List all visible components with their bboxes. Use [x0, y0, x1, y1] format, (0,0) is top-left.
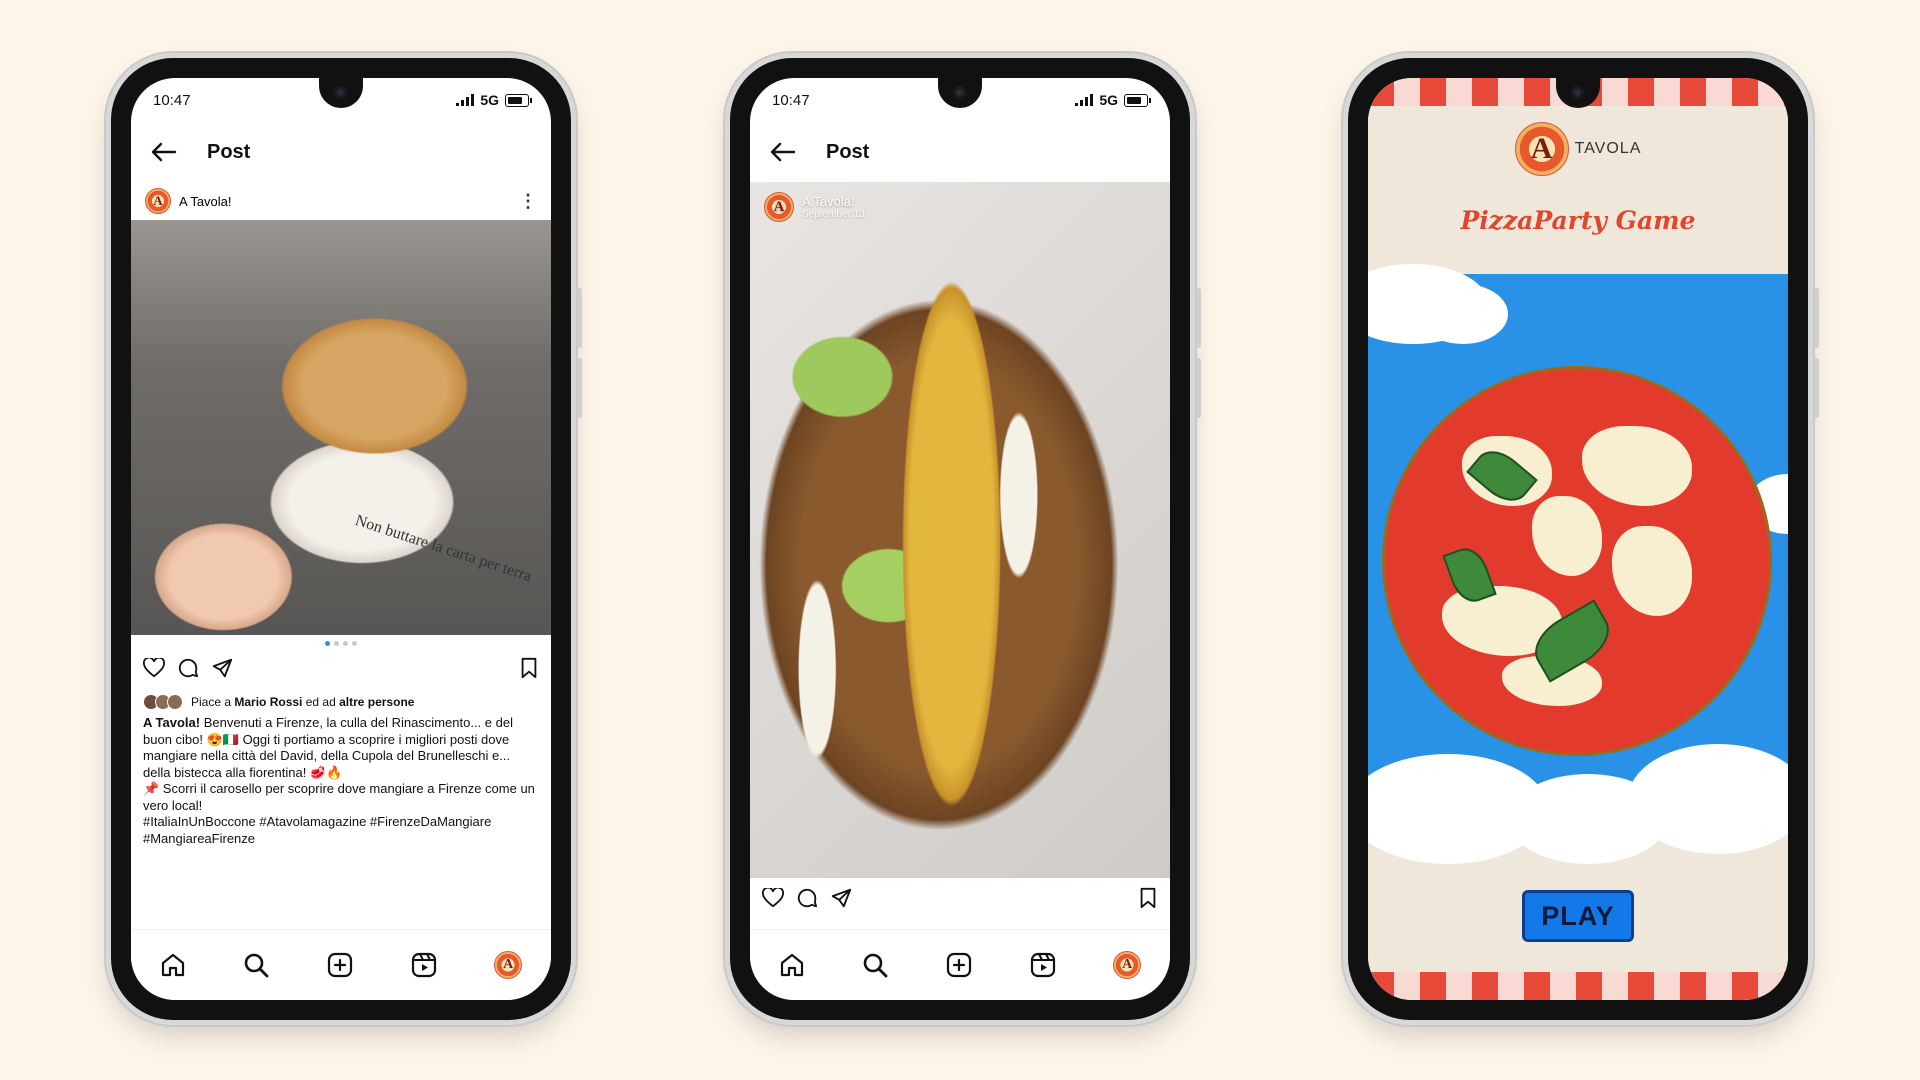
reels-icon[interactable]	[1030, 952, 1056, 978]
post-header: Post	[750, 122, 1170, 182]
add-post-icon[interactable]	[946, 952, 972, 978]
liker-avatars	[143, 694, 183, 710]
signal-icon	[456, 94, 475, 106]
carousel-dot	[334, 641, 339, 646]
heart-icon[interactable]	[143, 658, 165, 678]
screen: A TAVOLA PizzaParty Game PLAY	[1368, 78, 1788, 1000]
logo-letter: A	[503, 957, 514, 972]
network-type: 5G	[480, 92, 499, 108]
camera-icon	[953, 86, 966, 99]
more-options-icon[interactable]: ⋮	[519, 191, 537, 212]
status-time: 10:47	[153, 91, 191, 109]
profile-avatar[interactable]: A	[1113, 951, 1142, 979]
page-title: Post	[826, 140, 870, 163]
heart-icon[interactable]	[762, 888, 784, 908]
status-time: 10:47	[772, 91, 810, 109]
back-arrow-icon[interactable]	[770, 142, 796, 162]
logo-letter: A	[153, 193, 163, 208]
caption-line2: 📌 Scorri il carosello per scoprire dove …	[143, 781, 535, 813]
screen: 10:47 5G Post A A Tavola! ⋮ Non buttare …	[131, 78, 551, 1000]
side-button	[1814, 358, 1819, 418]
game-start-screen: A TAVOLA PizzaParty Game PLAY	[1368, 78, 1788, 1000]
cloud	[1418, 284, 1508, 344]
account-meta: A Tavola! September 13	[802, 194, 865, 220]
game-title: PizzaParty Game	[1460, 206, 1696, 235]
phone-pizza-game: A TAVOLA PizzaParty Game PLAY	[1348, 58, 1819, 1020]
post-photo-schiacciata[interactable]: Non buttare la carta per terra	[131, 220, 551, 635]
logo-pizza-icon: A	[1514, 122, 1569, 176]
search-icon[interactable]	[243, 952, 269, 978]
bottom-nav: A	[750, 929, 1170, 1000]
page-title: Post	[207, 140, 251, 163]
post-date: September 13	[802, 209, 865, 220]
play-button[interactable]: PLAY	[1522, 890, 1634, 942]
account-avatar[interactable]: A	[764, 192, 794, 222]
add-post-icon[interactable]	[327, 952, 353, 978]
phone-instagram-post-1: 10:47 5G Post A A Tavola! ⋮ Non buttare …	[111, 58, 582, 1020]
post-caption: A Tavola! Benvenuti a Firenze, la culla …	[143, 715, 541, 847]
status-indicators: 5G	[1075, 92, 1151, 108]
camera-icon	[334, 86, 347, 99]
share-icon[interactable]	[211, 657, 233, 679]
logo-letter: A	[773, 198, 785, 215]
share-icon[interactable]	[830, 887, 852, 909]
pizza-margherita[interactable]	[1382, 366, 1772, 756]
post-photo-tacos[interactable]: A A Tavola! September 13	[750, 182, 1170, 878]
story-account-overlay: A A Tavola! September 13	[764, 192, 865, 222]
signal-icon	[1075, 94, 1094, 106]
battery-icon	[1124, 93, 1151, 107]
side-button	[1814, 288, 1819, 348]
bookmark-icon[interactable]	[1138, 887, 1158, 909]
side-button	[577, 288, 582, 348]
mozzarella	[1532, 496, 1602, 576]
mozzarella	[1612, 526, 1692, 616]
network-type: 5G	[1099, 92, 1118, 108]
comment-icon[interactable]	[796, 887, 818, 909]
battery-icon	[505, 93, 532, 107]
photo-wrap-text: Non buttare la carta per terra	[353, 511, 534, 586]
post-header: Post	[131, 122, 551, 182]
account-avatar[interactable]: A	[145, 188, 171, 214]
back-arrow-icon[interactable]	[151, 142, 177, 162]
account-name[interactable]: A Tavola!	[179, 194, 232, 209]
side-button	[577, 358, 582, 418]
screen: 10:47 5G Post A A Tavola! September 13 A	[750, 78, 1170, 1000]
reels-icon[interactable]	[411, 952, 437, 978]
logo-letter: A	[1122, 957, 1133, 972]
carousel-dot-active	[325, 641, 330, 646]
camera-icon	[1571, 86, 1584, 99]
tablecloth-border-bottom	[1368, 972, 1788, 1000]
carousel-dot	[343, 641, 348, 646]
profile-avatar[interactable]: A	[494, 951, 523, 979]
post-actions	[750, 878, 1170, 918]
carousel-indicator	[325, 641, 357, 646]
game-logo: A TAVOLA	[1368, 122, 1788, 176]
post-actions	[131, 648, 551, 688]
account-name[interactable]: A Tavola!	[802, 194, 865, 209]
search-icon[interactable]	[862, 952, 888, 978]
bottom-nav: A	[131, 929, 551, 1000]
home-icon[interactable]	[160, 952, 186, 978]
carousel-dot	[352, 641, 357, 646]
side-button	[1196, 288, 1201, 348]
side-button	[1196, 358, 1201, 418]
logo-letter: A	[1530, 132, 1553, 165]
game-sky-area	[1368, 264, 1788, 864]
likes-row: Piace a Mario Rossi ed ad altre persone	[143, 694, 539, 710]
caption-intro: A Tavola! Benvenuti a Firenze, la culla …	[143, 715, 513, 780]
mozzarella	[1582, 426, 1692, 506]
likes-text[interactable]: Piace a Mario Rossi ed ad altre persone	[191, 695, 414, 709]
home-icon[interactable]	[779, 952, 805, 978]
brand-name: TAVOLA	[1574, 140, 1642, 157]
status-indicators: 5G	[456, 92, 532, 108]
phone-instagram-post-2: 10:47 5G Post A A Tavola! September 13 A	[730, 58, 1201, 1020]
post-account-row: A A Tavola! ⋮	[131, 182, 551, 220]
comment-icon[interactable]	[177, 657, 199, 679]
caption-hashtags[interactable]: #ItaliaInUnBoccone #Atavolamagazine #Fir…	[143, 814, 541, 847]
bookmark-icon[interactable]	[519, 657, 539, 679]
